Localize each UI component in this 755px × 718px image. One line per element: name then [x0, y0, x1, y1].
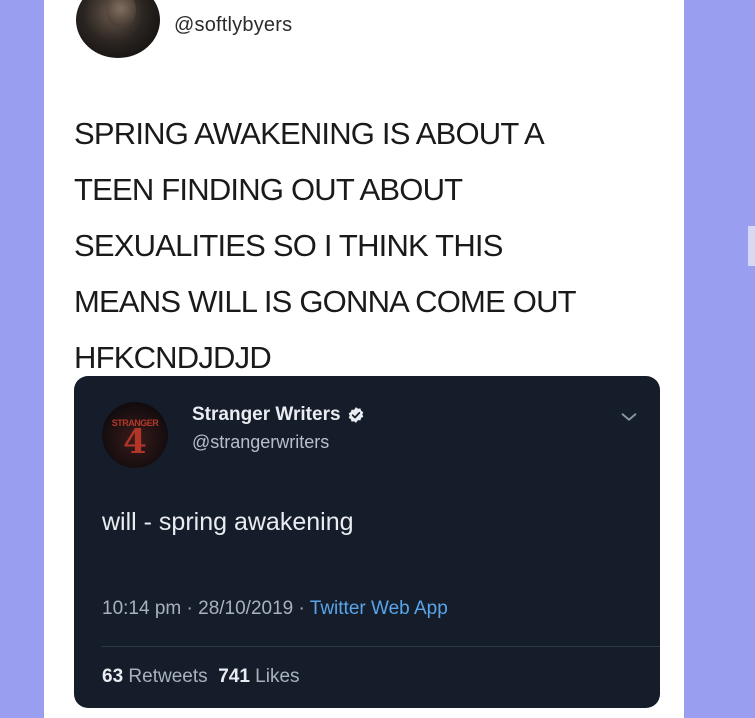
avatar-logo-number: 4 [123, 422, 147, 462]
chevron-down-icon[interactable] [618, 406, 640, 428]
quoted-tweet[interactable]: STRANGER 4 Stranger Writers @strangerwri… [74, 376, 660, 708]
avatar-face [106, 0, 136, 28]
quoted-display-name[interactable]: Stranger Writers [192, 404, 341, 426]
tweet-date[interactable]: 28/10/2019 [198, 598, 293, 619]
user-handle[interactable]: @softlybyers [174, 14, 292, 37]
scroll-indicator [748, 226, 755, 266]
tweet-stats: 63 Retweets 741 Likes [102, 666, 300, 688]
meta-separator: · [181, 598, 199, 619]
tweet-time[interactable]: 10:14 pm [102, 598, 181, 619]
quoted-handle[interactable]: @strangerwriters [192, 432, 329, 453]
quoted-tweet-text: will - spring awakening [102, 508, 354, 536]
user-avatar[interactable] [76, 0, 160, 58]
likes-count[interactable]: 741 [218, 666, 250, 687]
tweet-source-link[interactable]: Twitter Web App [310, 598, 448, 619]
quoted-avatar[interactable]: STRANGER 4 [102, 402, 168, 468]
meta-separator: · [293, 598, 310, 619]
quoted-tweet-meta: 10:14 pm · 28/10/2019 · Twitter Web App [102, 598, 448, 620]
screenshot-stage: @softlybyers SPRING AWAKENING IS ABOUT A… [0, 0, 755, 718]
tweet-text: SPRING AWAKENING IS ABOUT A TEEN FINDING… [74, 116, 577, 375]
tweet-card: @softlybyers SPRING AWAKENING IS ABOUT A… [44, 0, 684, 718]
verified-badge-icon [348, 407, 363, 423]
likes-label[interactable]: Likes [255, 666, 299, 687]
retweets-count[interactable]: 63 [102, 666, 123, 687]
quoted-name-row: Stranger Writers [192, 404, 365, 426]
stats-divider [102, 646, 660, 647]
retweets-label[interactable]: Retweets [128, 666, 207, 687]
